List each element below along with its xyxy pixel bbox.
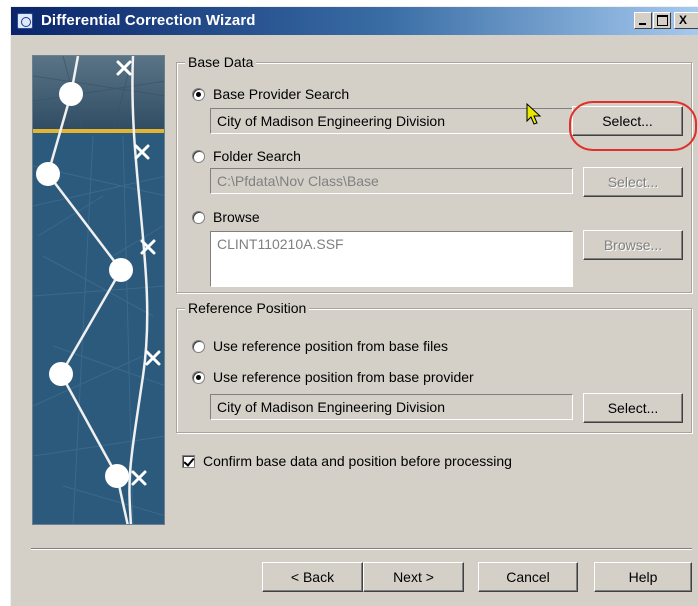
radio-label: Folder Search — [213, 148, 301, 164]
radio-browse[interactable]: Browse — [192, 209, 260, 225]
minimize-button[interactable] — [634, 12, 652, 29]
radio-button[interactable] — [192, 210, 205, 224]
title-bar[interactable]: Differential Correction Wizard X — [11, 7, 698, 35]
footer-separator — [31, 548, 692, 550]
radio-button[interactable] — [192, 87, 205, 101]
radio-button[interactable] — [192, 370, 205, 384]
radio-label: Base Provider Search — [213, 86, 350, 102]
maximize-button[interactable] — [653, 12, 671, 29]
radio-button[interactable] — [192, 339, 205, 353]
radio-label: Use reference position from base provide… — [213, 369, 474, 385]
confirm-label: Confirm base data and position before pr… — [203, 453, 512, 469]
radio-reference-from-base-files[interactable]: Use reference position from base files — [192, 338, 448, 354]
mouse-cursor-icon — [526, 103, 542, 125]
confirm-checkbox-row[interactable]: Confirm base data and position before pr… — [182, 453, 512, 469]
reference-provider-field[interactable]: City of Madison Engineering Division — [210, 394, 573, 420]
window-title: Differential Correction Wizard — [41, 12, 256, 29]
wizard-window: Differential Correction Wizard X Base Da… — [10, 6, 698, 606]
radio-folder-search[interactable]: Folder Search — [192, 148, 301, 164]
browse-button[interactable]: Browse... — [583, 230, 683, 260]
folder-search-field[interactable]: C:\Pfdata\Nov Class\Base — [210, 168, 573, 194]
confirm-checkbox[interactable] — [182, 454, 195, 468]
wizard-side-image — [32, 55, 165, 525]
cancel-button[interactable]: Cancel — [478, 562, 578, 592]
reference-select-button[interactable]: Select... — [583, 393, 683, 423]
help-button[interactable]: Help — [594, 562, 692, 592]
radio-button[interactable] — [192, 149, 205, 163]
radio-label: Browse — [213, 209, 260, 225]
close-button[interactable]: X — [674, 12, 698, 29]
base-provider-field[interactable]: City of Madison Engineering Division — [210, 108, 573, 134]
highlight-annotation — [569, 101, 697, 151]
radio-label: Use reference position from base files — [213, 338, 448, 354]
gps-path-illustration — [33, 56, 164, 524]
base-data-legend: Base Data — [185, 54, 257, 70]
app-icon — [17, 13, 33, 29]
browse-file-field[interactable]: CLINT110210A.SSF — [210, 231, 573, 287]
folder-select-button[interactable]: Select... — [583, 167, 683, 197]
next-button[interactable]: Next > — [363, 562, 464, 592]
radio-reference-from-base-provider[interactable]: Use reference position from base provide… — [192, 369, 474, 385]
reference-position-legend: Reference Position — [185, 300, 310, 316]
radio-base-provider-search[interactable]: Base Provider Search — [192, 86, 349, 102]
back-button[interactable]: < Back — [262, 562, 363, 592]
